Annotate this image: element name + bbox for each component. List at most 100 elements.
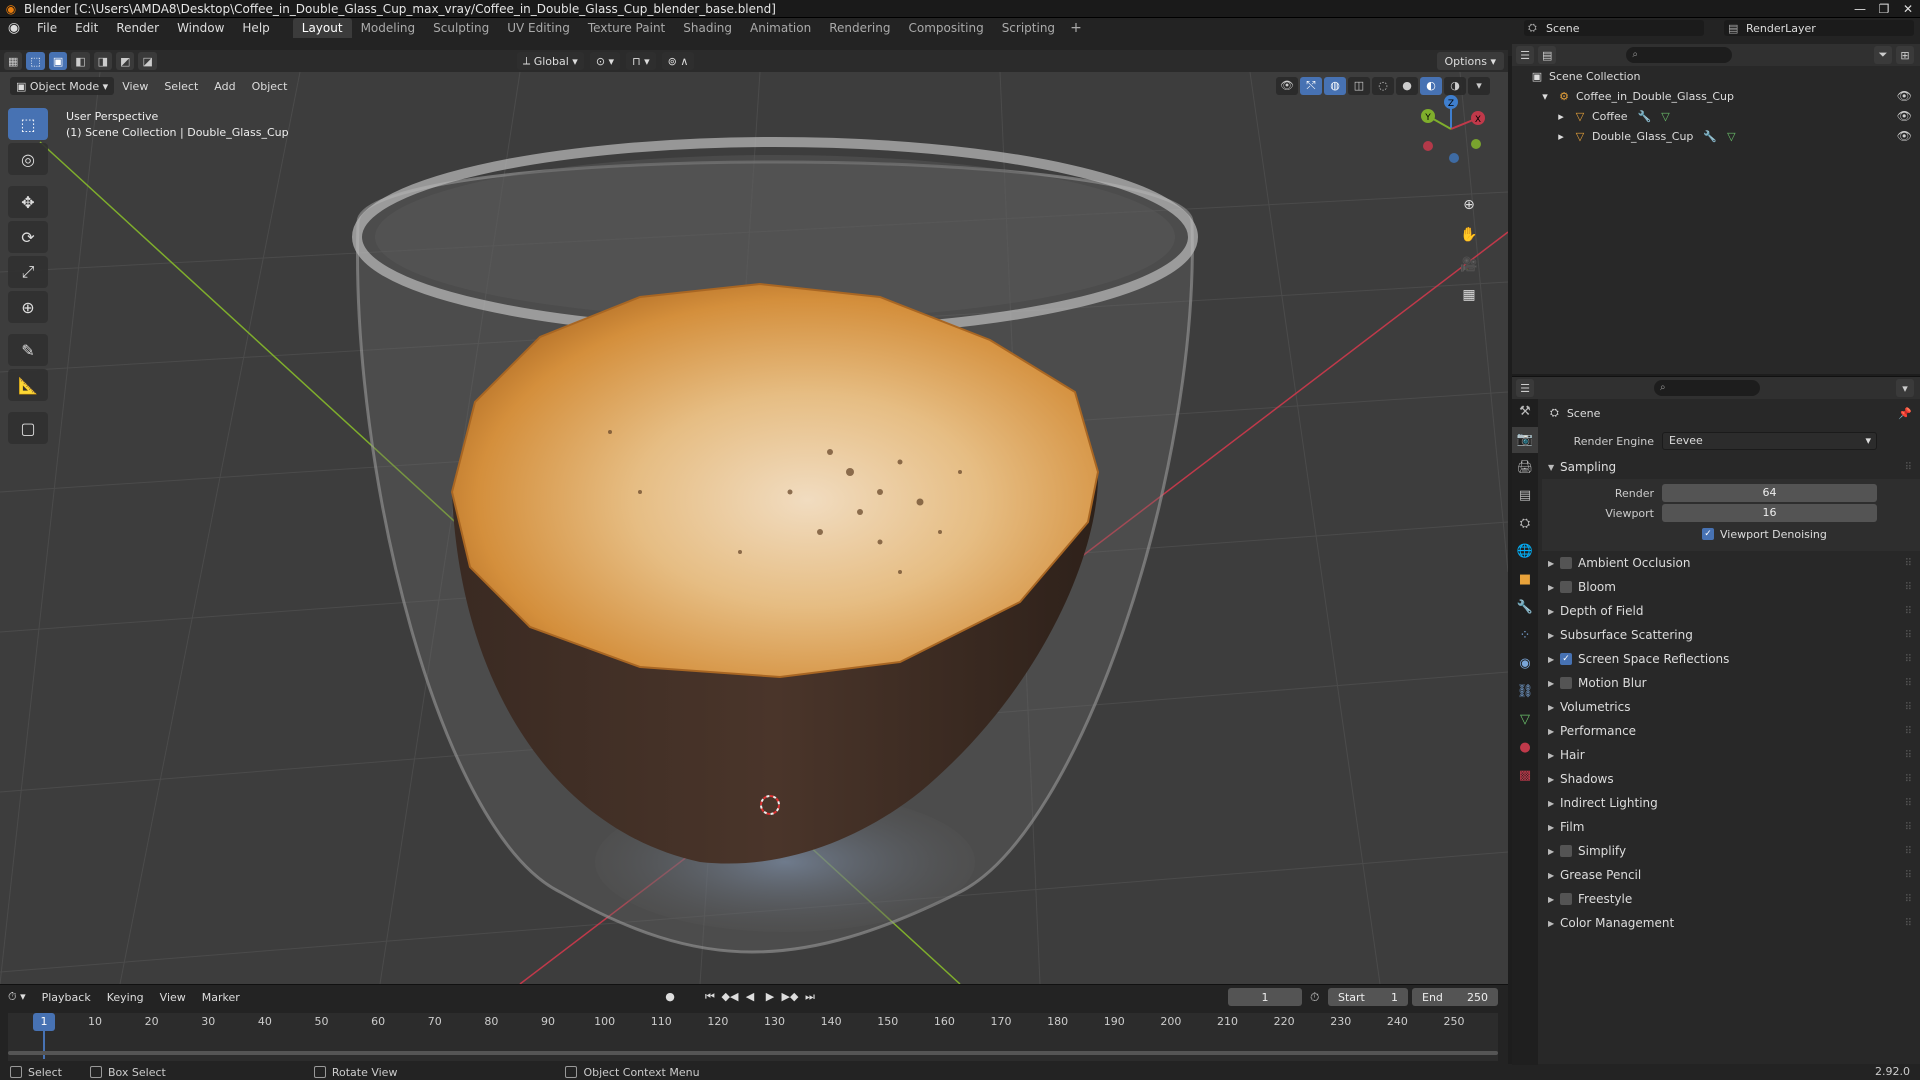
- viewport-menu-view[interactable]: View: [114, 80, 156, 93]
- timeline-editor-type-icon[interactable]: ⏱ ▾: [0, 990, 34, 1004]
- annotate-tool[interactable]: ✎: [8, 334, 48, 366]
- transform-tool[interactable]: ⊕: [8, 291, 48, 323]
- scene-tab-icon[interactable]: ⛭: [1512, 511, 1538, 537]
- tab-modeling[interactable]: Modeling: [352, 18, 425, 38]
- close-button[interactable]: ✕: [1896, 0, 1920, 18]
- outliner-row-double-glass-cup[interactable]: ▸ ▽ Double_Glass_Cup 🔧 ▽ 👁: [1512, 126, 1920, 146]
- options-dropdown[interactable]: Options ▾: [1436, 52, 1504, 70]
- snap-toggle[interactable]: ⊓ ▾: [626, 52, 656, 70]
- drag-handle-icon[interactable]: ⠿: [1905, 750, 1912, 761]
- end-frame-field[interactable]: End 250: [1412, 988, 1498, 1006]
- output-tab-icon[interactable]: 🖨: [1512, 455, 1538, 481]
- drag-handle-icon[interactable]: ⠿: [1905, 558, 1912, 569]
- drag-handle-icon[interactable]: ⠿: [1905, 702, 1912, 713]
- navigation-gizmo[interactable]: Z X Y: [1416, 94, 1486, 164]
- viewport-menu-add[interactable]: Add: [206, 80, 243, 93]
- visibility-eye-icon[interactable]: 👁: [1897, 89, 1912, 103]
- select-mode-new-button[interactable]: ▣: [48, 52, 68, 70]
- wireframe-shading-icon[interactable]: ◌: [1372, 77, 1394, 95]
- next-keyframe-icon[interactable]: ▶◆: [780, 988, 800, 1006]
- select-mode-invert-button[interactable]: ◩: [116, 52, 135, 70]
- panel-enable-checkbox[interactable]: [1560, 845, 1572, 857]
- panel-ambient-occlusion[interactable]: ▶ Ambient Occlusion ⠿: [1542, 551, 1920, 575]
- tab-uv-editing[interactable]: UV Editing: [498, 18, 579, 38]
- drag-handle-icon[interactable]: ⠿: [1905, 894, 1912, 905]
- outliner-row-coffee[interactable]: ▸ ▽ Coffee 🔧 ▽ 👁: [1512, 106, 1920, 126]
- drag-handle-icon[interactable]: ⠿: [1905, 462, 1912, 473]
- panel-sampling[interactable]: ▼ Sampling ⠿: [1542, 455, 1920, 479]
- menu-file[interactable]: File: [28, 18, 66, 38]
- minimize-button[interactable]: —: [1848, 0, 1872, 18]
- overlay-toggle-icon[interactable]: ◍: [1324, 77, 1346, 95]
- drag-handle-icon[interactable]: ⠿: [1905, 606, 1912, 617]
- panel-performance[interactable]: ▶ Performance ⠿: [1542, 719, 1920, 743]
- menu-window[interactable]: Window: [168, 18, 233, 38]
- outliner-editor-type-icon[interactable]: ☰: [1516, 46, 1534, 64]
- outliner-search-input[interactable]: ⌕: [1626, 47, 1733, 63]
- render-tab-icon[interactable]: 📷: [1512, 427, 1538, 453]
- scene-selector[interactable]: ⛭ Scene: [1524, 20, 1704, 36]
- solid-shading-icon[interactable]: ●: [1396, 77, 1418, 95]
- menu-edit[interactable]: Edit: [66, 18, 107, 38]
- current-frame-field[interactable]: 1: [1228, 988, 1302, 1006]
- expand-arrow-icon[interactable]: ▸: [1554, 110, 1568, 123]
- visibility-eye-icon[interactable]: 👁: [1276, 77, 1298, 95]
- proportional-edit-toggle[interactable]: ⊚ ∧: [661, 52, 695, 70]
- shading-options-icon[interactable]: ▾: [1468, 77, 1490, 95]
- drag-handle-icon[interactable]: ⠿: [1905, 918, 1912, 929]
- record-icon[interactable]: ●: [660, 988, 680, 1006]
- tab-rendering[interactable]: Rendering: [820, 18, 899, 38]
- drag-handle-icon[interactable]: ⠿: [1905, 630, 1912, 641]
- viewport-denoising-row[interactable]: ✓ Viewport Denoising: [1542, 523, 1920, 545]
- rotate-tool[interactable]: ⟳: [8, 221, 48, 253]
- timeline-menu-keying[interactable]: Keying: [99, 991, 152, 1004]
- pivot-point-dropdown[interactable]: ⊙ ▾: [589, 52, 621, 70]
- visibility-eye-icon[interactable]: 👁: [1897, 129, 1912, 143]
- expand-arrow-icon[interactable]: ▾: [1538, 90, 1552, 103]
- select-tool-button[interactable]: ⬚: [26, 52, 45, 70]
- 3d-viewport[interactable]: User Perspective (1) Scene Collection | …: [0, 72, 1508, 984]
- move-tool[interactable]: ✥: [8, 186, 48, 218]
- object-mode-dropdown[interactable]: ▣ Object Mode ▾: [10, 77, 115, 95]
- view-layer-selector[interactable]: ▤ RenderLayer: [1724, 20, 1914, 36]
- measure-tool[interactable]: 📐: [8, 369, 48, 401]
- properties-search-input[interactable]: ⌕: [1654, 380, 1760, 396]
- viewport-menu-object[interactable]: Object: [244, 80, 296, 93]
- panel-enable-checkbox[interactable]: ✓: [1560, 653, 1572, 665]
- viewport-denoising-checkbox[interactable]: ✓: [1702, 528, 1714, 540]
- zoom-icon[interactable]: ⊕: [1456, 192, 1482, 218]
- gizmo-toggle-icon[interactable]: ⤲: [1300, 77, 1322, 95]
- material-preview-shading-icon[interactable]: ◐: [1420, 77, 1442, 95]
- editor-type-button[interactable]: ▦: [4, 52, 23, 70]
- panel-bloom[interactable]: ▶ Bloom ⠿: [1542, 575, 1920, 599]
- panel-motion-blur[interactable]: ▶ Motion Blur ⠿: [1542, 671, 1920, 695]
- tab-animation[interactable]: Animation: [741, 18, 820, 38]
- data-tab-icon[interactable]: ▽: [1512, 707, 1538, 733]
- xray-toggle-icon[interactable]: ◫: [1348, 77, 1370, 95]
- clock-icon[interactable]: ⏱: [1310, 990, 1319, 1005]
- tab-texture-paint[interactable]: Texture Paint: [579, 18, 674, 38]
- play-reverse-icon[interactable]: ◀: [740, 988, 760, 1006]
- scale-tool[interactable]: ⤢: [8, 256, 48, 288]
- drag-handle-icon[interactable]: ⠿: [1905, 726, 1912, 737]
- tool-tab-icon[interactable]: ⚒: [1512, 399, 1538, 425]
- start-frame-field[interactable]: Start 1: [1328, 988, 1408, 1006]
- panel-freestyle[interactable]: ▶ Freestyle ⠿: [1542, 887, 1920, 911]
- drag-handle-icon[interactable]: ⠿: [1905, 774, 1912, 785]
- panel-film[interactable]: ▶ Film ⠿: [1542, 815, 1920, 839]
- tab-compositing[interactable]: Compositing: [899, 18, 992, 38]
- sampling-viewport-field[interactable]: 16: [1662, 504, 1877, 522]
- tab-scripting[interactable]: Scripting: [993, 18, 1064, 38]
- maximize-button[interactable]: ❐: [1872, 0, 1896, 18]
- panel-depth-of-field[interactable]: ▶ Depth of Field ⠿: [1542, 599, 1920, 623]
- drag-handle-icon[interactable]: ⠿: [1905, 678, 1912, 689]
- display-mode-icon[interactable]: ▤: [1538, 46, 1557, 64]
- panel-screen-space-reflections[interactable]: ▶ ✓ Screen Space Reflections ⠿: [1542, 647, 1920, 671]
- select-mode-intersect-button[interactable]: ◪: [138, 52, 157, 70]
- panel-grease-pencil[interactable]: ▶ Grease Pencil ⠿: [1542, 863, 1920, 887]
- select-mode-extend-button[interactable]: ◧: [71, 52, 90, 70]
- drag-handle-icon[interactable]: ⠿: [1905, 582, 1912, 593]
- drag-handle-icon[interactable]: ⠿: [1905, 822, 1912, 833]
- camera-view-icon[interactable]: 🎥: [1456, 252, 1482, 278]
- panel-subsurface-scattering[interactable]: ▶ Subsurface Scattering ⠿: [1542, 623, 1920, 647]
